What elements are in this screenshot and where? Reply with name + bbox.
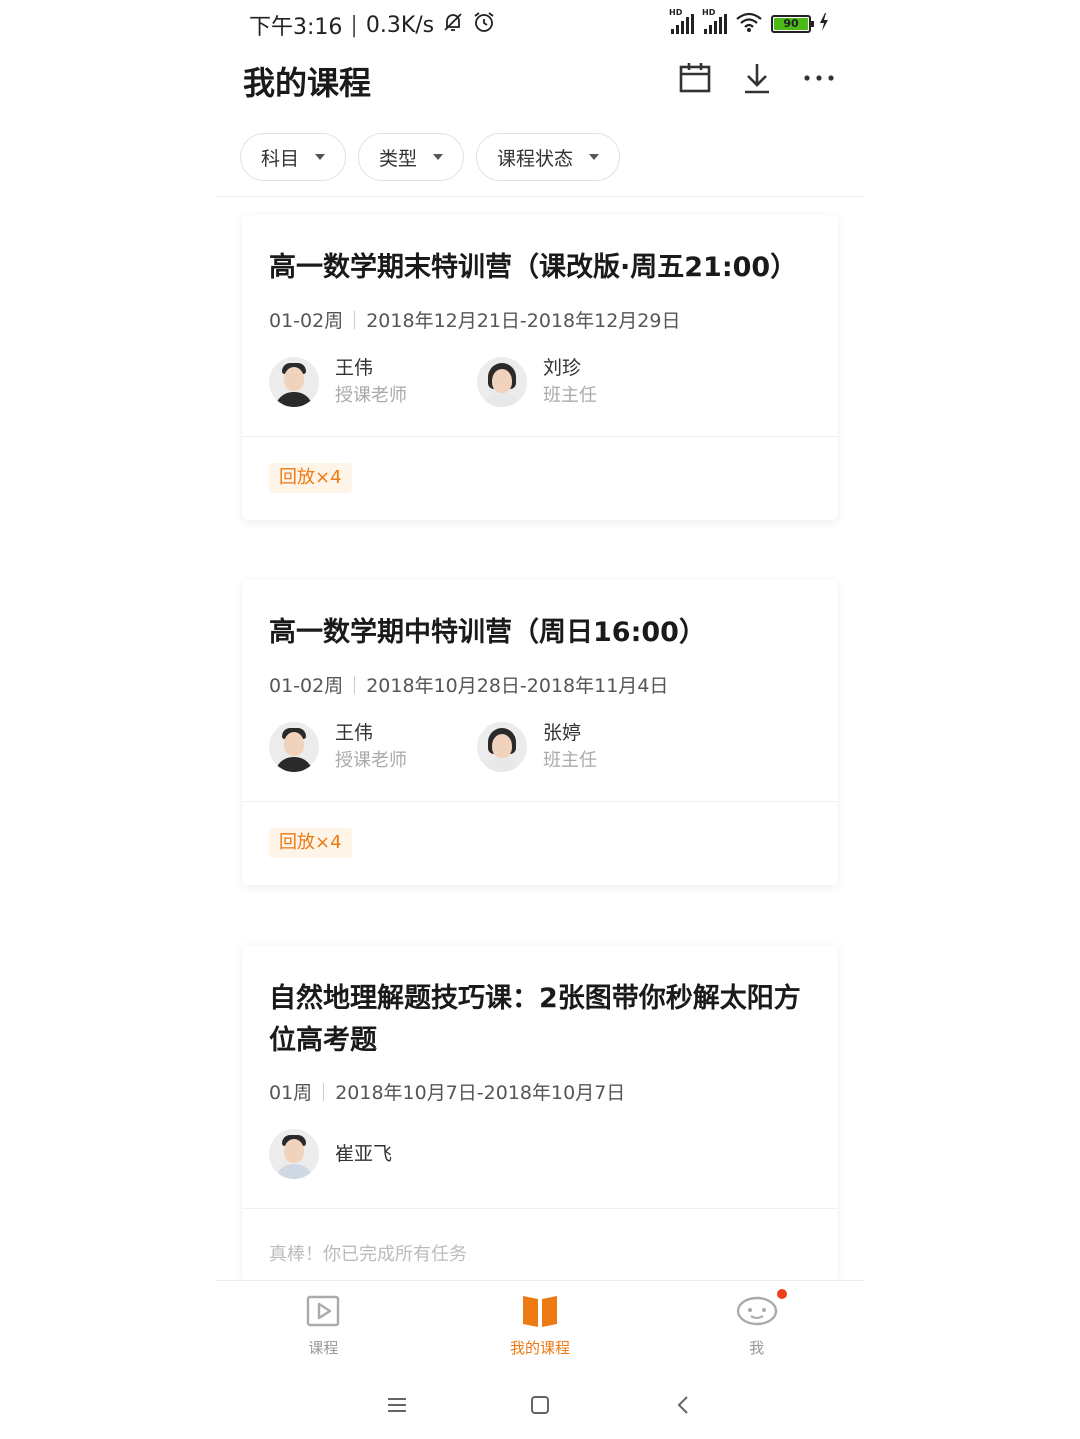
course-title: 高一数学期末特训营（课改版·周五21:00） (269, 252, 798, 283)
filter-subject[interactable]: 科目 (240, 133, 347, 181)
nav-my-courses[interactable]: 我的课程 (432, 1281, 649, 1370)
caret-down-icon (315, 154, 326, 160)
course-dates: 2018年10月7日-2018年10月7日 (335, 1082, 626, 1104)
home-icon[interactable] (520, 1385, 560, 1425)
nav-courses[interactable]: 课程 (215, 1281, 432, 1370)
nav-label: 我的课程 (510, 1339, 571, 1357)
caret-down-icon (433, 154, 444, 160)
page-title: 我的课程 (243, 64, 372, 102)
card-divider (242, 1208, 838, 1209)
course-meta: 01周 2018年10月7日-2018年10月7日 (269, 1078, 625, 1105)
replay-badge[interactable]: 回放×4 (269, 463, 352, 493)
replay-badge[interactable]: 回放×4 (269, 828, 352, 858)
teacher-info: 崔亚飞 (269, 1129, 392, 1179)
teacher-name: 刘珍 (543, 357, 582, 379)
avatar (269, 357, 319, 407)
nav-label: 课程 (308, 1339, 339, 1357)
card-divider (242, 436, 838, 437)
play-course-icon (305, 1293, 341, 1333)
course-card[interactable]: 自然地理解题技巧课：2张图带你秒解太阳方位高考题 01周 2018年10月7日-… (242, 945, 838, 1280)
card-divider (242, 801, 838, 802)
filter-status[interactable]: 课程状态 (476, 133, 621, 181)
teacher-name: 张婷 (543, 722, 582, 744)
nav-label: 我 (749, 1339, 765, 1357)
status-separator: | (350, 12, 358, 38)
meta-separator (354, 675, 356, 694)
phone-screen: 下午3:16 | 0.3K/s HD HD 90 我的课程 科目 类型 课程状态… (215, 0, 865, 1439)
teacher-role: 授课老师 (335, 750, 407, 771)
filter-subject-label: 科目 (261, 147, 300, 170)
teacher-name: 崔亚飞 (335, 1142, 393, 1165)
back-icon[interactable] (663, 1385, 703, 1425)
filter-bar: 科目 类型 课程状态 (240, 133, 621, 181)
battery-level: 90 (774, 18, 808, 30)
signal-icon-2: HD (702, 8, 727, 34)
avatar (269, 722, 319, 772)
status-right: HD HD 90 (669, 8, 829, 37)
calendar-icon[interactable] (677, 60, 713, 96)
filter-type-label: 类型 (379, 147, 418, 170)
course-weeks: 01周 (269, 1082, 313, 1104)
course-card[interactable]: 高一数学期中特训营（周日16:00） 01-02周 2018年10月28日-20… (242, 580, 838, 885)
more-icon[interactable] (801, 60, 837, 96)
book-icon (521, 1293, 559, 1333)
teacher-name: 王伟 (335, 722, 374, 744)
course-weeks: 01-02周 (269, 675, 344, 697)
download-icon[interactable] (739, 60, 775, 96)
meta-separator (354, 310, 356, 329)
course-title: 高一数学期中特训营（周日16:00） (269, 617, 706, 648)
teacher-role: 班主任 (543, 750, 597, 771)
course-weeks: 01-02周 (269, 310, 344, 332)
nav-me[interactable]: 我 (648, 1281, 865, 1370)
meta-separator (323, 1082, 325, 1101)
notification-dot (775, 1287, 789, 1301)
battery-icon: 90 (771, 15, 814, 33)
caret-down-icon (589, 154, 600, 160)
course-meta: 01-02周 2018年12月21日-2018年12月29日 (269, 306, 681, 333)
avatar (477, 357, 527, 407)
signal-icon: HD (669, 8, 694, 34)
filter-status-label: 课程状态 (497, 147, 574, 170)
status-time: 下午3:16 (249, 15, 343, 40)
teacher-info: 张婷 班主任 (477, 720, 597, 774)
teacher-name: 王伟 (335, 357, 374, 379)
network-speed: 0.3K/s (365, 12, 435, 38)
bottom-nav: 课程 我的课程 我 (215, 1280, 865, 1370)
completion-text: 真棒！你已完成所有任务 (269, 1244, 467, 1265)
menu-icon[interactable] (377, 1385, 417, 1425)
profile-icon (735, 1293, 779, 1333)
course-dates: 2018年10月28日-2018年11月4日 (366, 675, 669, 697)
header-actions (677, 60, 837, 96)
course-title: 自然地理解题技巧课：2张图带你秒解太阳方位高考题 (269, 983, 801, 1056)
course-meta: 01-02周 2018年10月28日-2018年11月4日 (269, 671, 668, 698)
status-left: 下午3:16 | 0.3K/s (249, 9, 496, 41)
status-bar: 下午3:16 | 0.3K/s HD HD 90 (215, 0, 865, 48)
system-nav-bar (215, 1370, 865, 1439)
course-dates: 2018年12月21日-2018年12月29日 (366, 310, 681, 332)
teacher-role: 授课老师 (335, 385, 407, 406)
teacher-role: 班主任 (543, 385, 597, 406)
charging-icon (819, 13, 829, 35)
teacher-info: 刘珍 班主任 (477, 355, 597, 409)
wifi-icon (735, 11, 763, 37)
filter-divider (215, 196, 865, 197)
avatar (269, 1129, 319, 1179)
alarm-icon (472, 10, 496, 40)
teacher-info: 王伟 授课老师 (269, 720, 407, 774)
avatar (477, 722, 527, 772)
teacher-info: 王伟 授课老师 (269, 355, 407, 409)
header: 我的课程 (215, 48, 865, 112)
filter-type[interactable]: 类型 (358, 133, 465, 181)
mute-bell-icon (442, 11, 464, 39)
course-card[interactable]: 高一数学期末特训营（课改版·周五21:00） 01-02周 2018年12月21… (242, 215, 838, 520)
